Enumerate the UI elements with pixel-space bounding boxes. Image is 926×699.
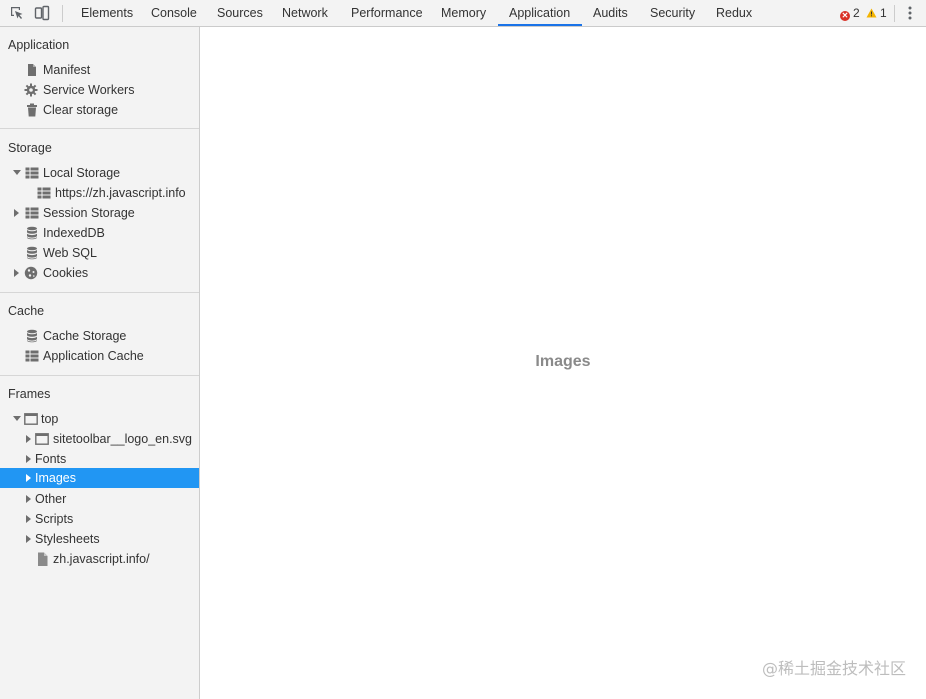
sidebar-item-label: Service Workers: [43, 83, 135, 97]
sidebar-item-label: sitetoolbar__logo_en.svg: [53, 432, 192, 446]
section-title-frames: Frames: [8, 387, 51, 401]
chevron-right-icon[interactable]: [24, 429, 34, 449]
application-sidebar: Application Manifest Service Workers Cle…: [0, 27, 200, 699]
sidebar-item-frame-top[interactable]: top: [0, 409, 199, 429]
tab-security[interactable]: Security: [650, 0, 695, 26]
sidebar-item-label: Stylesheets: [35, 532, 100, 546]
sidebar-item-label: IndexedDB: [43, 226, 105, 240]
tab-console[interactable]: Console: [151, 0, 197, 26]
sidebar-item-cache-storage[interactable]: Cache Storage: [0, 326, 199, 346]
database-icon: [25, 329, 39, 343]
chevron-right-icon[interactable]: [24, 468, 34, 488]
sidebar-item-other[interactable]: Other: [0, 489, 199, 509]
device-toolbar-icon[interactable]: [34, 5, 50, 21]
tab-application[interactable]: Application: [509, 0, 570, 26]
tab-sources[interactable]: Sources: [217, 0, 263, 26]
sidebar-item-label: Clear storage: [43, 103, 119, 117]
tab-audits[interactable]: Audits: [593, 0, 628, 26]
sidebar-item-label: Scripts: [35, 512, 74, 526]
tab-elements[interactable]: Elements: [81, 0, 133, 26]
sidebar-item-label: Other: [35, 492, 67, 506]
section-title-cache: Cache: [8, 304, 45, 318]
section-title-application: Application: [8, 38, 70, 52]
sidebar-item-label: Local Storage: [43, 166, 121, 180]
section-divider: [0, 128, 199, 129]
sidebar-item-subframe[interactable]: sitetoolbar__logo_en.svg: [0, 429, 199, 449]
error-count: 2: [853, 6, 860, 20]
error-icon: ✕: [840, 11, 850, 21]
chevron-right-icon[interactable]: [12, 203, 22, 223]
warning-counter[interactable]: 1: [866, 0, 887, 26]
chevron-right-icon[interactable]: [24, 449, 34, 469]
file-icon: [25, 63, 39, 77]
sidebar-item-web-sql[interactable]: Web SQL: [0, 243, 199, 263]
section-title-storage: Storage: [8, 141, 52, 155]
sidebar-item-manifest[interactable]: Manifest: [0, 60, 199, 80]
chevron-right-icon[interactable]: [24, 509, 34, 529]
section-divider: [0, 375, 199, 376]
sidebar-item-scripts[interactable]: Scripts: [0, 509, 199, 529]
sidebar-item-label: Fonts: [35, 452, 67, 466]
tab-redux[interactable]: Redux: [716, 0, 752, 26]
database-icon: [25, 246, 39, 260]
sidebar-item-indexeddb[interactable]: IndexedDB: [0, 223, 199, 243]
sidebar-item-local-storage-origin[interactable]: https://zh.javascript.info: [0, 183, 199, 203]
error-counter[interactable]: ✕ 2: [840, 0, 860, 26]
sidebar-item-label: https://zh.javascript.info: [55, 186, 186, 200]
tab-network[interactable]: Network: [282, 0, 328, 26]
database-icon: [25, 226, 39, 240]
cookie-icon: [24, 266, 38, 280]
sidebar-item-images[interactable]: Images: [0, 468, 199, 488]
frame-icon: [24, 412, 38, 426]
sidebar-item-local-storage[interactable]: Local Storage: [0, 163, 199, 183]
sidebar-item-label: top: [41, 412, 59, 426]
main-panel: Images: [200, 27, 926, 699]
table-icon: [25, 206, 39, 220]
devtools-toolbar: Elements Console Sources Network Perform…: [0, 0, 926, 27]
sidebar-item-label: Cookies: [43, 266, 89, 280]
file-icon: [36, 552, 50, 566]
sidebar-item-stylesheets[interactable]: Stylesheets: [0, 529, 199, 549]
chevron-down-icon[interactable]: [12, 409, 22, 429]
sidebar-item-cookies[interactable]: Cookies: [0, 263, 199, 283]
sidebar-item-service-workers[interactable]: Service Workers: [0, 80, 199, 100]
chevron-right-icon[interactable]: [24, 529, 34, 549]
sidebar-item-session-storage[interactable]: Session Storage: [0, 203, 199, 223]
table-icon: [37, 186, 51, 200]
table-icon: [25, 166, 39, 180]
sidebar-item-application-cache[interactable]: Application Cache: [0, 346, 199, 366]
table-icon: [25, 349, 39, 363]
trash-icon: [25, 103, 39, 117]
active-tab-indicator: [498, 24, 582, 26]
section-divider: [0, 292, 199, 293]
sidebar-item-label: Images: [35, 471, 76, 485]
tab-memory[interactable]: Memory: [441, 0, 486, 26]
sidebar-item-label: Application Cache: [43, 349, 144, 363]
sidebar-item-clear-storage[interactable]: Clear storage: [0, 100, 199, 120]
sidebar-item-label: Manifest: [43, 63, 91, 77]
toolbar-separator: [62, 5, 63, 22]
warning-icon: [866, 8, 877, 18]
tab-performance[interactable]: Performance: [351, 0, 423, 26]
gear-icon: [24, 83, 38, 97]
sidebar-item-label: zh.javascript.info/: [53, 552, 150, 566]
sidebar-item-document[interactable]: zh.javascript.info/: [0, 549, 199, 569]
warning-count: 1: [880, 6, 887, 20]
toolbar-separator: [894, 5, 895, 22]
chevron-down-icon[interactable]: [12, 163, 22, 183]
watermark: @稀土掘金技术社区: [761, 659, 906, 678]
chevron-right-icon[interactable]: [24, 489, 34, 509]
more-options-icon[interactable]: [902, 5, 918, 21]
panel-placeholder-title: Images: [535, 353, 591, 370]
sidebar-item-fonts[interactable]: Fonts: [0, 449, 199, 469]
chevron-right-icon[interactable]: [12, 263, 22, 283]
sidebar-item-label: Cache Storage: [43, 329, 127, 343]
frame-icon: [35, 432, 49, 446]
sidebar-item-label: Web SQL: [43, 246, 97, 260]
inspect-element-icon[interactable]: [9, 5, 25, 21]
sidebar-item-label: Session Storage: [43, 206, 135, 220]
